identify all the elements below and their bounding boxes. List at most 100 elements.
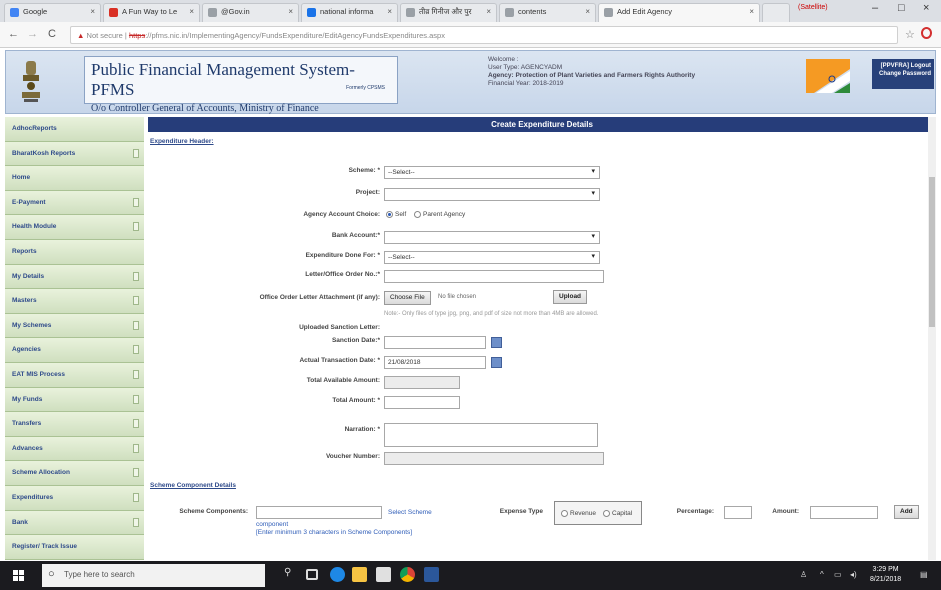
sidebar-item-expenditures[interactable]: Expenditures xyxy=(5,485,144,511)
profile-label: (Satellite) xyxy=(798,4,828,11)
project-select[interactable]: ▾ xyxy=(384,188,600,201)
forward-icon[interactable]: → xyxy=(27,28,38,40)
sidebar-item-advances[interactable]: Advances xyxy=(5,436,144,462)
radio-self[interactable]: Self xyxy=(386,211,406,218)
amount-input[interactable] xyxy=(810,506,878,519)
narration-textarea[interactable] xyxy=(384,423,598,447)
sidebar-item-home[interactable]: Home xyxy=(5,166,144,191)
expense-type-label: Expense Type xyxy=(499,508,543,515)
notifications-icon[interactable]: ▤ xyxy=(920,570,928,579)
project-label: Project: xyxy=(355,189,380,196)
tray-chevron-icon[interactable]: ^ xyxy=(820,570,824,579)
store-icon[interactable] xyxy=(376,567,391,582)
chrome-icon[interactable] xyxy=(400,567,415,582)
sidebar-item-bharatkosh-reports[interactable]: BharatKosh Reports xyxy=(5,141,144,167)
sanction-date-input[interactable] xyxy=(384,336,486,349)
minimize-icon[interactable]: – xyxy=(872,2,878,14)
close-tab-icon[interactable]: × xyxy=(486,7,491,16)
submenu-arrow-icon xyxy=(133,517,139,527)
sidebar-item-transfers[interactable]: Transfers xyxy=(5,412,144,437)
edge-icon[interactable] xyxy=(330,567,345,582)
sidebar-item-reports[interactable]: Reports xyxy=(5,239,144,265)
bookmark-star-icon[interactable]: ☆ xyxy=(905,28,915,41)
calendar-icon[interactable] xyxy=(491,337,502,348)
file-explorer-icon[interactable] xyxy=(352,567,367,582)
sidebar-item-e-payment[interactable]: E-Payment xyxy=(5,190,144,216)
account-links: [PPVFRA] Logout Change Password xyxy=(872,59,934,89)
taskbar-clock[interactable]: 3:29 PM 8/21/2018 xyxy=(870,565,901,585)
close-tab-icon[interactable]: × xyxy=(585,7,590,16)
actual-transaction-date-input[interactable]: 21/08/2018 xyxy=(384,356,486,369)
amount-label: Amount: xyxy=(772,508,799,515)
close-tab-icon[interactable]: × xyxy=(189,7,194,16)
maximize-icon[interactable]: □ xyxy=(898,2,905,14)
browser-tab[interactable]: @Gov.in × xyxy=(202,3,299,22)
submenu-arrow-icon xyxy=(133,197,139,207)
close-tab-icon[interactable]: × xyxy=(387,7,392,16)
sidebar-item-masters[interactable]: Masters xyxy=(5,289,144,314)
sidebar-item-agencies[interactable]: Agencies xyxy=(5,338,144,363)
sidebar-item-eat-mis-process[interactable]: EAT MIS Process xyxy=(5,362,144,388)
scheme-components-hint: [Enter minimum 3 characters in Scheme Co… xyxy=(256,529,413,536)
sidebar-item-adhoc-reports[interactable]: AdhocReports xyxy=(5,117,144,142)
letter-order-no-label: Letter/Office Order No.:* xyxy=(305,271,380,278)
close-tab-icon[interactable]: × xyxy=(749,7,754,16)
browser-tab[interactable]: तीव्र गिनीज और पुर × xyxy=(400,3,497,22)
new-tab-button[interactable] xyxy=(762,3,790,22)
logout-link[interactable]: [PPVFRA] Logout xyxy=(875,62,931,70)
sidebar-item-scheme-allocation[interactable]: Scheme Allocation xyxy=(5,461,144,486)
people-icon[interactable]: ♙ xyxy=(800,570,807,579)
volume-icon[interactable]: ◂) xyxy=(850,570,857,579)
sidebar-item-my-funds[interactable]: My Funds xyxy=(5,387,144,413)
expenditure-done-for-select[interactable]: --Select-- ▾ xyxy=(384,251,600,264)
word-icon[interactable] xyxy=(424,567,439,582)
taskbar-search-input[interactable]: ○ Type here to search xyxy=(42,564,265,587)
reload-icon[interactable]: C xyxy=(48,28,56,40)
close-tab-icon[interactable]: × xyxy=(90,7,95,16)
browser-tab[interactable]: A Fun Way to Le × xyxy=(103,3,200,22)
change-password-link[interactable]: Change Password xyxy=(875,70,931,78)
task-view-icon[interactable] xyxy=(306,569,318,580)
component-link[interactable]: component xyxy=(256,521,288,528)
calendar-icon[interactable] xyxy=(491,357,502,368)
scheme-components-label: Scheme Components: xyxy=(179,508,248,515)
total-amount-input[interactable] xyxy=(384,396,460,409)
submenu-arrow-icon xyxy=(133,345,139,355)
back-icon[interactable]: ← xyxy=(8,28,19,40)
choose-file-button[interactable]: Choose File xyxy=(384,291,431,305)
uploaded-sanction-letter-label: Uploaded Sanction Letter: xyxy=(299,324,380,331)
close-tab-icon[interactable]: × xyxy=(288,7,293,16)
section-expenditure-header: Expenditure Header: xyxy=(150,138,214,145)
browser-tab-active[interactable]: Add Edit Agency × xyxy=(598,3,760,22)
sidebar-item-my-schemes[interactable]: My Schemes xyxy=(5,313,144,339)
bank-account-select[interactable]: ▾ xyxy=(384,231,600,244)
submenu-arrow-icon xyxy=(133,296,139,306)
network-icon[interactable]: ▭ xyxy=(834,570,842,579)
sidebar-item-my-details[interactable]: My Details xyxy=(5,264,144,290)
submenu-arrow-icon xyxy=(133,419,139,429)
scheme-select[interactable]: --Select-- ▾ xyxy=(384,166,600,179)
upload-button[interactable]: Upload xyxy=(553,290,588,304)
welcome-line: Agency: Protection of Plant Varieties an… xyxy=(488,72,696,79)
pfms-logo[interactable]: Public Financial Management System-PFMS … xyxy=(84,56,398,114)
close-window-icon[interactable]: × xyxy=(923,2,929,14)
sidebar-item-register-track-issue[interactable]: Register/ Track Issue xyxy=(5,535,144,560)
dropdown-arrow-icon: ▾ xyxy=(591,168,595,175)
windows-start-icon[interactable] xyxy=(13,570,24,581)
microphone-icon[interactable]: ⚲ xyxy=(284,567,299,582)
add-button[interactable]: Add xyxy=(894,505,919,519)
letter-order-no-input[interactable] xyxy=(384,270,604,283)
browser-tab[interactable]: Google × xyxy=(4,3,101,22)
radio-parent-agency[interactable]: Parent Agency xyxy=(414,211,465,218)
browser-tab[interactable]: national informa × xyxy=(301,3,398,22)
pfms-header: Public Financial Management System-PFMS … xyxy=(5,50,936,114)
sidebar-item-health-module[interactable]: Health Module xyxy=(5,215,144,240)
browser-tab[interactable]: contents × xyxy=(499,3,596,22)
sanction-date-label: Sanction Date:* xyxy=(331,337,380,344)
vertical-scrollbar[interactable] xyxy=(928,117,936,560)
scrollbar-thumb[interactable] xyxy=(929,177,935,327)
opera-icon[interactable] xyxy=(921,27,932,39)
url-input[interactable]: ▲ Not secure | https://pfms.nic.in/Imple… xyxy=(70,26,898,44)
dropdown-arrow-icon: ▾ xyxy=(591,190,595,197)
expenditure-done-for-label: Expenditure Done For: * xyxy=(305,252,380,259)
